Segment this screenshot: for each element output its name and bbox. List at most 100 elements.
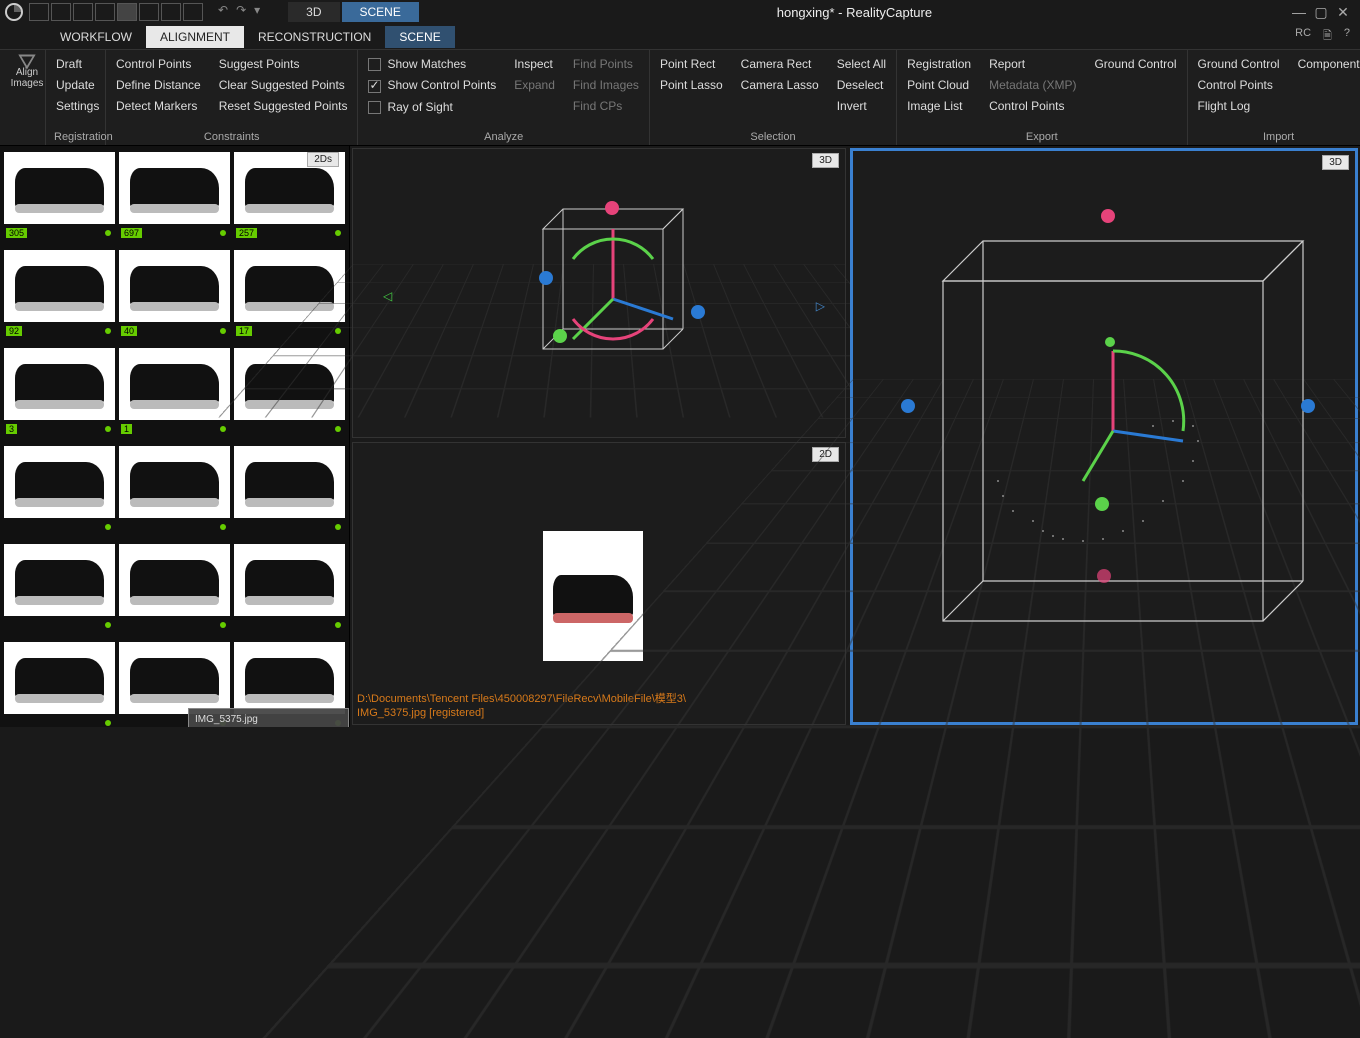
cmd-camera-rect[interactable]: Camera Rect [739, 56, 821, 72]
chk-show-matches[interactable]: Show Matches [366, 56, 498, 72]
gizmo-large-bottom[interactable] [1097, 569, 1111, 583]
thumb-item[interactable]: 1 [119, 348, 230, 420]
cmd-exp-groundcontrol[interactable]: Ground Control [1092, 56, 1178, 72]
thumb-tooltip: IMG_5375.jpg 3024x4032 features: 1872/33… [188, 708, 349, 727]
cmd-draft[interactable]: Draft [54, 56, 101, 72]
layout-btn-8[interactable] [183, 3, 203, 21]
layout-btn-2[interactable] [51, 3, 71, 21]
view-3d-small[interactable]: 3D [352, 148, 846, 438]
gizmo-large-top[interactable] [1101, 209, 1115, 223]
gizmo-large-yaxis[interactable] [1105, 337, 1115, 347]
thumb-item[interactable] [234, 446, 345, 518]
cmd-blank [512, 98, 557, 100]
cmd-point-lasso[interactable]: Point Lasso [658, 77, 725, 93]
thumb-item[interactable] [4, 446, 115, 518]
cmd-update[interactable]: Update [54, 77, 101, 93]
group-registration: Registration [54, 131, 97, 145]
cmd-exp-metadata[interactable]: Metadata (XMP) [987, 77, 1078, 93]
help-icon[interactable]: ? [1344, 27, 1350, 46]
thumb-item[interactable]: 3 [4, 348, 115, 420]
maximize-icon[interactable]: ▢ [1310, 4, 1332, 21]
thumb-item[interactable]: 40 [119, 250, 230, 322]
align-images-button[interactable]: ⛛ Align Images [8, 54, 46, 89]
main-area: 2Ds 30569725792401731 IMG_5375.jpg 3024x… [0, 146, 1360, 727]
cmd-exp-registration[interactable]: Registration [905, 56, 973, 72]
layout-btn-7[interactable] [161, 3, 181, 21]
group-import: Import [1196, 131, 1360, 145]
thumb-item[interactable]: 92 [4, 250, 115, 322]
cmd-settings[interactable]: Settings [54, 98, 101, 114]
title-tab-scene[interactable]: SCENE [342, 2, 419, 22]
title-tabs: 3D SCENE [288, 2, 421, 22]
window-controls: — ▢ ✕ [1288, 4, 1360, 21]
cmd-exp-controlpoints[interactable]: Control Points [987, 98, 1078, 114]
cmd-inspect[interactable]: Inspect [512, 56, 557, 72]
thumb-item[interactable] [4, 544, 115, 616]
menu-reconstruction[interactable]: RECONSTRUCTION [244, 26, 385, 48]
gizmo-large-front[interactable] [1095, 497, 1109, 511]
chk-show-control-points[interactable]: Show Control Points [366, 77, 498, 93]
layout-btn-6[interactable] [139, 3, 159, 21]
cmd-expand[interactable]: Expand [512, 77, 557, 93]
view-3d-large[interactable]: 3D [850, 148, 1358, 725]
cmd-exp-report[interactable]: Report [987, 56, 1078, 72]
thumb-item[interactable] [234, 544, 345, 616]
thumb-item[interactable] [234, 642, 345, 714]
page-icon[interactable]: 🗎 [1323, 27, 1332, 46]
menu-workflow[interactable]: WORKFLOW [46, 26, 146, 48]
cmd-invert[interactable]: Invert [835, 98, 888, 114]
title-tab-3d[interactable]: 3D [288, 2, 339, 22]
view-tag-3d-large: 3D [1322, 155, 1349, 170]
cmd-find-cps[interactable]: Find CPs [571, 98, 641, 114]
cmd-exp-imagelist[interactable]: Image List [905, 98, 973, 114]
gizmo-y-dot[interactable] [553, 329, 567, 343]
layout-btn-1[interactable] [29, 3, 49, 21]
cmd-select-all[interactable]: Select All [835, 56, 888, 72]
layout-buttons: ↶ ↷ ▾ [28, 3, 264, 21]
thumb-item[interactable] [119, 544, 230, 616]
gizmo-z-dot[interactable] [605, 201, 619, 215]
gizmo-large-left[interactable] [901, 399, 915, 413]
layout-btn-4[interactable] [95, 3, 115, 21]
thumb-item[interactable]: 305 [4, 152, 115, 224]
menu-scene[interactable]: SCENE [385, 26, 454, 48]
minimize-icon[interactable]: — [1288, 4, 1310, 21]
close-icon[interactable]: ✕ [1332, 4, 1354, 21]
cmd-clear-suggested[interactable]: Clear Suggested Points [217, 77, 350, 93]
cmd-imp-component[interactable]: Component [1296, 56, 1360, 72]
thumb-item[interactable] [119, 446, 230, 518]
cmd-find-images[interactable]: Find Images [571, 77, 641, 93]
menu-alignment[interactable]: ALIGNMENT [146, 26, 244, 48]
layout-btn-3[interactable] [73, 3, 93, 21]
cmd-camera-lasso[interactable]: Camera Lasso [739, 77, 821, 93]
cmd-imp-flightlog[interactable]: Flight Log [1196, 98, 1282, 114]
thumbnails-panel[interactable]: 2Ds 30569725792401731 IMG_5375.jpg 3024x… [0, 146, 350, 727]
group-export: Export [905, 131, 1178, 145]
cmd-exp-pointcloud[interactable]: Point Cloud [905, 77, 973, 93]
thumb-item[interactable] [4, 642, 115, 714]
gizmo-xneg-dot[interactable] [539, 271, 553, 285]
cmd-suggest-points[interactable]: Suggest Points [217, 56, 350, 72]
menu-bar: WORKFLOW ALIGNMENT RECONSTRUCTION SCENE … [0, 24, 1360, 50]
thumbs-panel-tag: 2Ds [307, 152, 339, 167]
cmd-imp-groundcontrol[interactable]: Ground Control [1196, 56, 1282, 72]
cmd-control-points[interactable]: Control Points [114, 56, 203, 72]
cmd-point-rect[interactable]: Point Rect [658, 56, 725, 72]
redo-icon[interactable]: ↷ [232, 3, 250, 21]
title-bar: ↶ ↷ ▾ 3D SCENE hongxing* - RealityCaptur… [0, 0, 1360, 24]
cmd-deselect[interactable]: Deselect [835, 77, 888, 93]
gizmo-x-dot[interactable] [691, 305, 705, 319]
cmd-detect-markers[interactable]: Detect Markers [114, 98, 203, 114]
ribbon: ⛛ Align Images Draft Update Settings Reg… [0, 50, 1360, 146]
cmd-imp-controlpoints[interactable]: Control Points [1196, 77, 1282, 93]
cmd-define-distance[interactable]: Define Distance [114, 77, 203, 93]
thumb-item[interactable] [119, 642, 230, 714]
thumb-item[interactable]: 697 [119, 152, 230, 224]
layout-btn-5[interactable] [117, 3, 137, 21]
cmd-find-points[interactable]: Find Points [571, 56, 641, 72]
dropdown-icon[interactable]: ▾ [250, 3, 264, 21]
cmd-reset-suggested[interactable]: Reset Suggested Points [217, 98, 350, 114]
gizmo-large-right[interactable] [1301, 399, 1315, 413]
undo-icon[interactable]: ↶ [214, 3, 232, 21]
chk-ray-of-sight[interactable]: Ray of Sight [366, 99, 498, 115]
